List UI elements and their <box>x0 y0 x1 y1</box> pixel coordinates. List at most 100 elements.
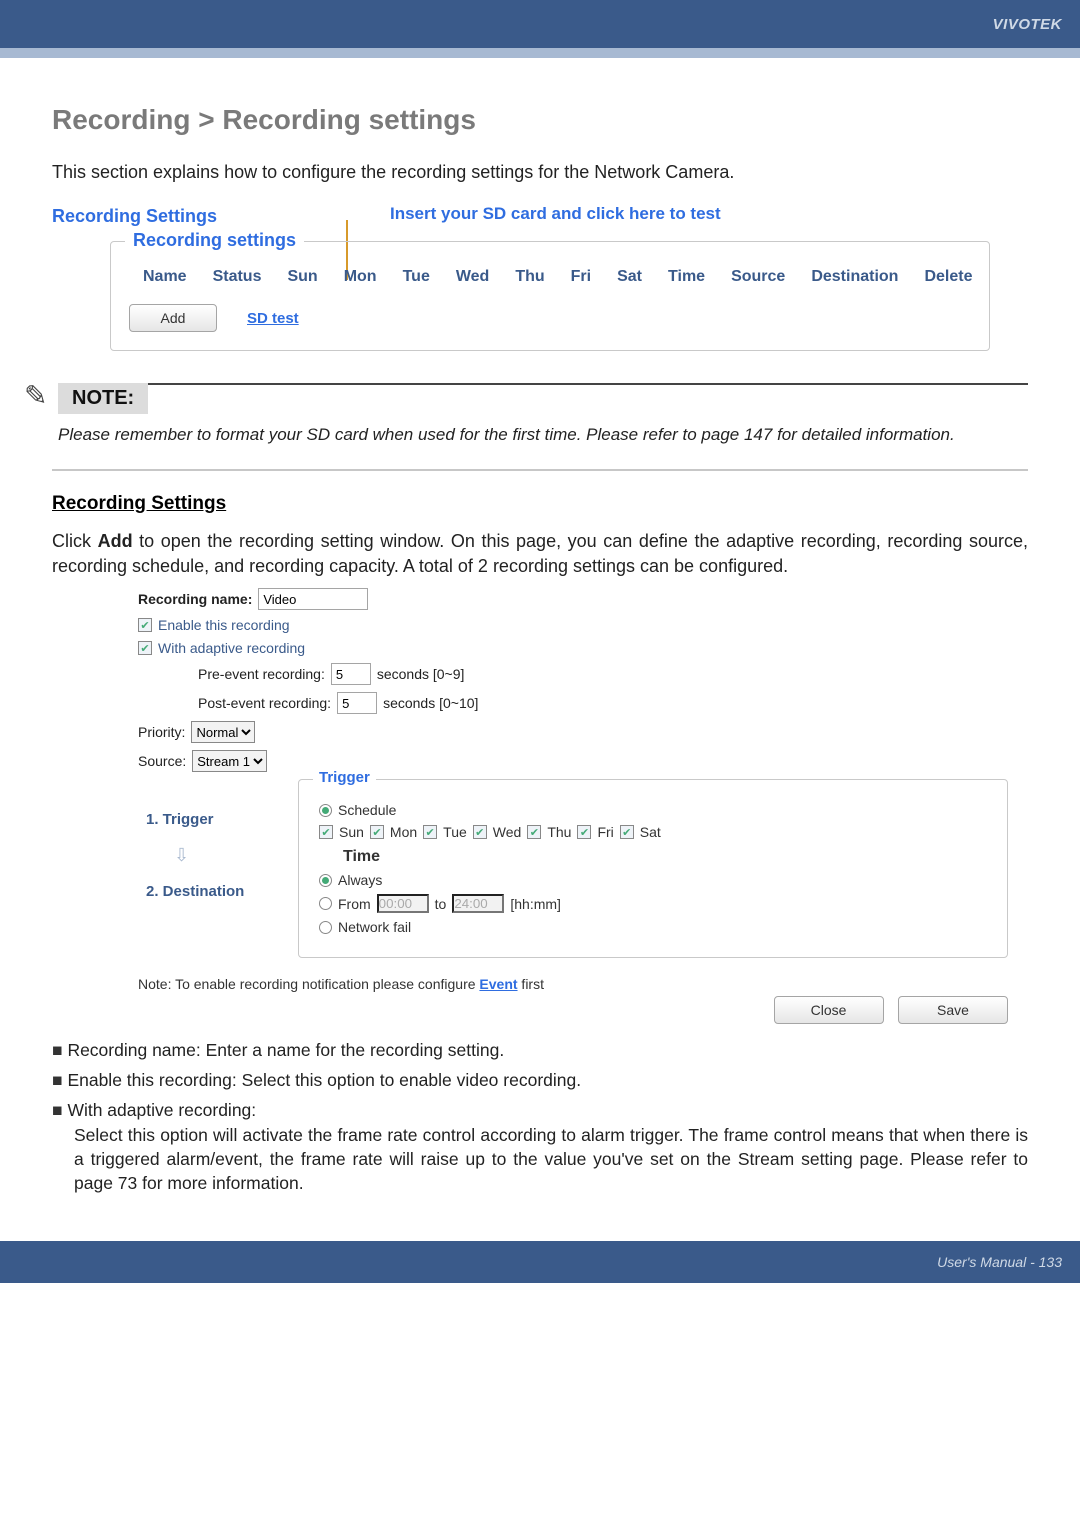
day-wed-checkbox[interactable]: ✔ <box>473 825 487 839</box>
post-event-unit: seconds [0~10] <box>383 695 478 711</box>
post-event-input[interactable] <box>337 692 377 714</box>
day-thu-checkbox[interactable]: ✔ <box>527 825 541 839</box>
note-block: ✎ NOTE: Please remember to format your S… <box>58 383 1028 447</box>
days-row: ✔Sun ✔Mon ✔Tue ✔Wed ✔Thu ✔Fri ✔Sat <box>319 824 987 840</box>
adaptive-checkbox[interactable]: ✔ <box>138 641 152 655</box>
recording-dialog: Recording name: ✔ Enable this recording … <box>138 588 1008 1024</box>
day-wed-label: Wed <box>493 824 522 840</box>
pre-event-row: Pre-event recording: seconds [0~9] <box>198 663 1008 685</box>
add-paragraph: Click Add to open the recording setting … <box>52 529 1028 578</box>
day-sat-checkbox[interactable]: ✔ <box>620 825 634 839</box>
priority-label: Priority: <box>138 724 185 740</box>
source-label: Source: <box>138 753 186 769</box>
enable-row: ✔ Enable this recording <box>138 617 1008 633</box>
pre-event-unit: seconds [0~9] <box>377 666 465 682</box>
event-link[interactable]: Event <box>479 976 517 992</box>
add-button[interactable]: Add <box>129 304 217 332</box>
bullet-recording-name: Recording name: Enter a name for the rec… <box>52 1038 1028 1062</box>
footer-bar: User's Manual - 133 <box>0 1241 1080 1283</box>
header-stripe <box>0 48 1080 58</box>
col-tue: Tue <box>391 266 442 288</box>
col-wed: Wed <box>444 266 501 288</box>
col-sun: Sun <box>275 266 329 288</box>
col-source: Source <box>719 266 797 288</box>
pre-event-label: Pre-event recording: <box>198 666 325 682</box>
dialog-note-post: first <box>518 976 544 992</box>
day-tue-label: Tue <box>443 824 467 840</box>
schedule-label: Schedule <box>338 802 396 818</box>
insert-sd-callout: Insert your SD card and click here to te… <box>390 204 721 223</box>
save-button[interactable]: Save <box>898 996 1008 1024</box>
time-label: Time <box>343 848 987 866</box>
day-thu-label: Thu <box>547 824 571 840</box>
add-para-post: to open the recording setting window. On… <box>52 531 1028 575</box>
footer-text: User's Manual - 133 <box>937 1254 1062 1270</box>
col-mon: Mon <box>332 266 389 288</box>
schedule-option: Schedule <box>319 802 987 818</box>
sd-test-link[interactable]: SD test <box>247 310 299 327</box>
recording-table: Name Status Sun Mon Tue Wed Thu Fri Sat … <box>129 264 986 290</box>
col-thu: Thu <box>503 266 556 288</box>
priority-row: Priority: Normal <box>138 721 1008 743</box>
from-label: From <box>338 896 371 912</box>
note-label: NOTE: <box>58 383 148 414</box>
schedule-radio[interactable] <box>319 804 332 817</box>
bullet-adaptive-body: Select this option will activate the fra… <box>74 1123 1028 1195</box>
recording-settings-subheading: Recording Settings <box>52 493 1028 515</box>
header-bar: VIVOTEK <box>0 0 1080 48</box>
bullet-list: Recording name: Enter a name for the rec… <box>52 1038 1028 1195</box>
always-radio[interactable] <box>319 874 332 887</box>
source-row: Source: Stream 1 <box>138 750 1008 772</box>
pencil-icon: ✎ <box>24 379 47 412</box>
adaptive-row: ✔ With adaptive recording <box>138 640 1008 656</box>
divider <box>52 469 1028 471</box>
from-input[interactable] <box>377 894 429 913</box>
day-fri-label: Fri <box>597 824 613 840</box>
always-option: Always <box>319 872 987 888</box>
networkfail-label: Network fail <box>338 919 411 935</box>
day-sun-label: Sun <box>339 824 364 840</box>
brand-label: VIVOTEK <box>993 16 1062 33</box>
day-tue-checkbox[interactable]: ✔ <box>423 825 437 839</box>
dialog-note: Note: To enable recording notification p… <box>138 976 1008 992</box>
col-destination: Destination <box>799 266 910 288</box>
enable-checkbox[interactable]: ✔ <box>138 618 152 632</box>
enable-label: Enable this recording <box>158 617 290 633</box>
to-label: to <box>435 896 447 912</box>
source-select[interactable]: Stream 1 <box>192 750 267 772</box>
adaptive-label: With adaptive recording <box>158 640 305 656</box>
pre-event-input[interactable] <box>331 663 371 685</box>
arrow-icon: ⇩ <box>138 850 288 861</box>
page-title: Recording > Recording settings <box>52 104 1028 136</box>
bullet-enable: Enable this recording: Select this optio… <box>52 1068 1028 1092</box>
from-option: From to [hh:mm] <box>319 894 987 913</box>
add-bold: Add <box>98 531 133 551</box>
networkfail-option: Network fail <box>319 919 987 935</box>
step-destination[interactable]: 2. Destination <box>138 861 288 922</box>
recording-name-input[interactable] <box>258 588 368 610</box>
always-label: Always <box>338 872 382 888</box>
col-sat: Sat <box>605 266 654 288</box>
step-trigger[interactable]: 1. Trigger <box>138 789 288 850</box>
add-para-pre: Click <box>52 531 98 551</box>
day-mon-checkbox[interactable]: ✔ <box>370 825 384 839</box>
networkfail-radio[interactable] <box>319 921 332 934</box>
recording-name-row: Recording name: <box>138 588 1008 610</box>
day-sun-checkbox[interactable]: ✔ <box>319 825 333 839</box>
dialog-note-pre: Note: To enable recording notification p… <box>138 976 479 992</box>
close-button[interactable]: Close <box>774 996 884 1024</box>
fieldset-legend: Recording settings <box>125 230 304 251</box>
to-input[interactable] <box>452 894 504 913</box>
priority-select[interactable]: Normal <box>191 721 255 743</box>
col-name: Name <box>131 266 199 288</box>
recording-name-label: Recording name: <box>138 591 252 607</box>
col-status: Status <box>201 266 274 288</box>
post-event-label: Post-event recording: <box>198 695 331 711</box>
trigger-legend: Trigger <box>313 769 376 786</box>
day-fri-checkbox[interactable]: ✔ <box>577 825 591 839</box>
bullet-adaptive: With adaptive recording: Select this opt… <box>52 1098 1028 1195</box>
wizard-steps: 1. Trigger ⇩ 2. Destination <box>138 779 288 958</box>
day-mon-label: Mon <box>390 824 417 840</box>
post-event-row: Post-event recording: seconds [0~10] <box>198 692 1008 714</box>
from-radio[interactable] <box>319 897 332 910</box>
